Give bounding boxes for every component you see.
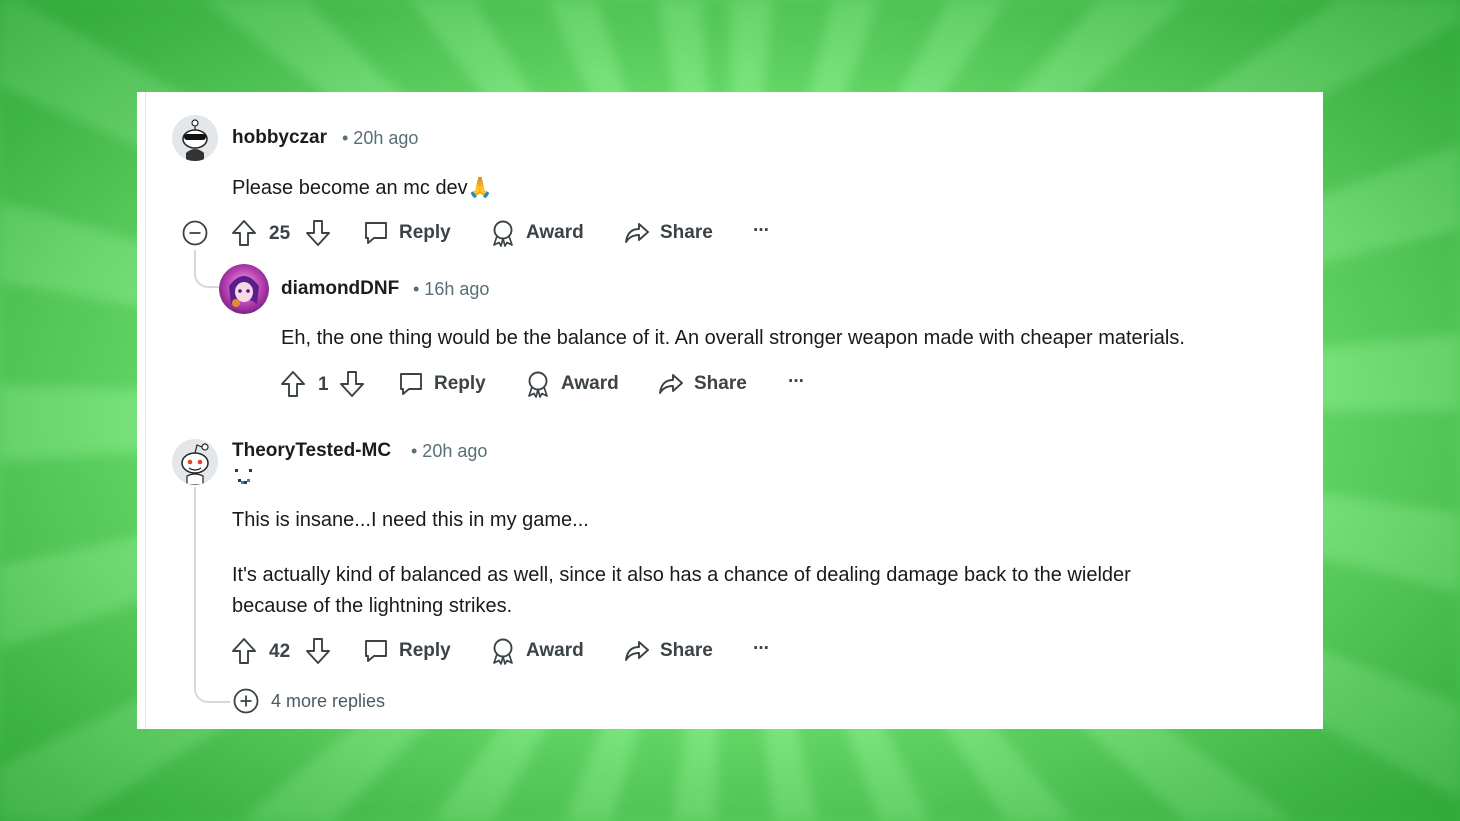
award-ribbon-icon (493, 638, 513, 665)
award-label: Award (526, 222, 584, 243)
more-options-button[interactable]: ··· (753, 220, 770, 242)
avatar-diamonddnf[interactable] (219, 264, 269, 314)
comment-bubble-icon (365, 640, 387, 662)
upvote-button[interactable] (280, 370, 306, 403)
anime-avatar-icon (219, 264, 269, 314)
comment-bubble-icon (400, 373, 422, 395)
comment-timestamp: • 20h ago (342, 128, 419, 148)
comment-body-line: This is insane...I need this in my game.… (232, 509, 589, 531)
more-replies-link[interactable]: 4 more replies (271, 691, 385, 712)
reply-button[interactable]: Reply (398, 371, 486, 397)
share-arrow-icon (659, 374, 683, 394)
share-button[interactable]: Share (624, 638, 713, 664)
thread-line-theory (194, 487, 196, 667)
upvote-arrow-icon (232, 638, 256, 664)
downvote-arrow-icon (306, 220, 330, 246)
share-label: Share (660, 222, 713, 243)
downvote-arrow-icon (306, 638, 330, 664)
award-button[interactable]: Award (490, 637, 584, 665)
snoo-avatar-icon (172, 439, 218, 485)
comment-body: Please become an mc dev🙏 (232, 177, 493, 199)
more-options-button[interactable]: ··· (788, 371, 805, 393)
more-dots-icon: ··· (788, 371, 805, 392)
expand-replies-button[interactable] (233, 688, 259, 719)
more-options-button[interactable]: ··· (753, 638, 770, 660)
thread-elbow-reply (194, 250, 220, 288)
reply-button[interactable]: Reply (363, 220, 451, 246)
share-arrow-icon (625, 223, 649, 243)
upvote-arrow-icon (281, 371, 305, 397)
comment-bubble-icon (365, 222, 387, 244)
avatar-hobbyczar[interactable] (172, 115, 218, 161)
comment-timestamp: • 20h ago (411, 441, 488, 461)
comment-username[interactable]: TheoryTested-MC (232, 440, 391, 462)
award-button[interactable]: Award (525, 370, 619, 398)
award-label: Award (526, 640, 584, 661)
collapse-thread-button[interactable] (182, 220, 208, 251)
reply-label: Reply (399, 222, 451, 243)
vote-count: 1 (318, 374, 329, 395)
downvote-button[interactable] (339, 370, 365, 403)
downvote-button[interactable] (305, 637, 331, 670)
vote-count: 42 (269, 641, 291, 662)
reply-label: Reply (399, 640, 451, 661)
avatar-theorytested[interactable] (172, 439, 218, 485)
more-dots-icon: ··· (753, 220, 770, 241)
thread-elbow-more (194, 667, 230, 703)
comment-username[interactable]: hobbyczar (232, 127, 327, 149)
upvote-button[interactable] (231, 637, 257, 670)
award-label: Award (561, 373, 619, 394)
comment-username[interactable]: diamondDNF (281, 278, 399, 300)
share-label: Share (694, 373, 747, 394)
comment-card: hobbyczar • 20h ago Please become an mc … (137, 92, 1323, 729)
comment-body-line: It's actually kind of balanced as well, … (232, 564, 1131, 586)
share-arrow-icon (625, 641, 649, 661)
award-ribbon-icon (493, 220, 513, 247)
card-left-edge (137, 92, 146, 729)
comment-body-line: because of the lightning strikes. (232, 595, 513, 617)
upvote-button[interactable] (231, 219, 257, 252)
share-button[interactable]: Share (658, 371, 747, 397)
comment-timestamp: • 16h ago (413, 279, 490, 299)
award-ribbon-icon (528, 371, 548, 398)
downvote-button[interactable] (305, 219, 331, 252)
minus-circle-icon (182, 220, 208, 246)
reply-button[interactable]: Reply (363, 638, 451, 664)
more-dots-icon: ··· (753, 638, 770, 659)
plus-circle-icon (233, 688, 259, 714)
snoo-avatar-icon (172, 115, 218, 161)
share-label: Share (660, 640, 713, 661)
award-button[interactable]: Award (490, 219, 584, 247)
share-button[interactable]: Share (624, 220, 713, 246)
vote-count: 25 (269, 223, 291, 244)
downvote-arrow-icon (340, 371, 364, 397)
comment-body: Eh, the one thing would be the balance o… (281, 327, 1185, 349)
upvote-arrow-icon (232, 220, 256, 246)
reply-label: Reply (434, 373, 486, 394)
flair-pixel-icon (233, 467, 257, 492)
